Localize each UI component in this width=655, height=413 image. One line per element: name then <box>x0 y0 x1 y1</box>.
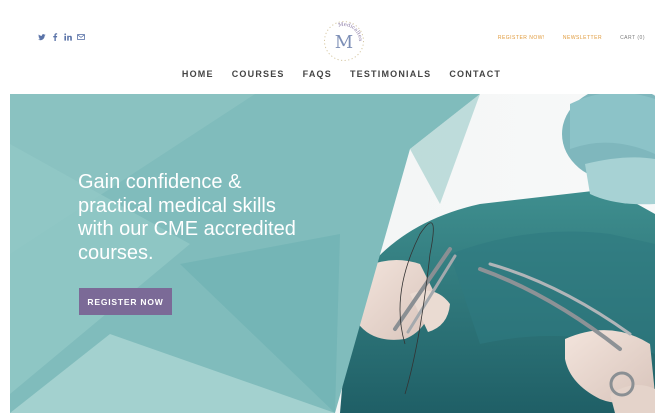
nav-home[interactable]: HOME <box>182 69 214 79</box>
newsletter-link[interactable]: NEWSLETTER <box>563 35 602 41</box>
nav-contact[interactable]: CONTACT <box>449 69 501 79</box>
logo-letter: M <box>335 32 353 53</box>
email-icon[interactable] <box>77 33 85 41</box>
hero-line-1: Gain confidence & <box>78 171 242 193</box>
hero-line-4: courses. <box>78 241 154 264</box>
facebook-icon[interactable] <box>51 33 59 41</box>
social-links <box>38 33 85 41</box>
register-now-link[interactable]: REGISTER NOW! <box>498 35 545 41</box>
cart-link[interactable]: CART (0) <box>620 35 645 41</box>
linkedin-icon[interactable] <box>64 33 72 41</box>
nav-faqs[interactable]: FAQS <box>303 69 332 79</box>
hero-banner: Gain confidence & practical medical skil… <box>10 94 655 413</box>
hero-line-2: practical medical skills <box>78 194 276 217</box>
utility-links: REGISTER NOW! NEWSLETTER CART (0) <box>498 35 645 41</box>
hero-headline: Gain confidence & practical medical skil… <box>78 171 338 265</box>
hero-line-3: with our CME accredited <box>78 218 296 240</box>
main-nav: HOME COURSES FAQS TESTIMONIALS CONTACT <box>0 69 655 79</box>
register-now-button[interactable]: REGISTER NOW <box>79 288 172 315</box>
site-logo[interactable]: M Medicaltea <box>321 17 367 63</box>
twitter-icon[interactable] <box>38 33 46 41</box>
nav-testimonials[interactable]: TESTIMONIALS <box>350 69 431 79</box>
nav-courses[interactable]: COURSES <box>232 69 285 79</box>
